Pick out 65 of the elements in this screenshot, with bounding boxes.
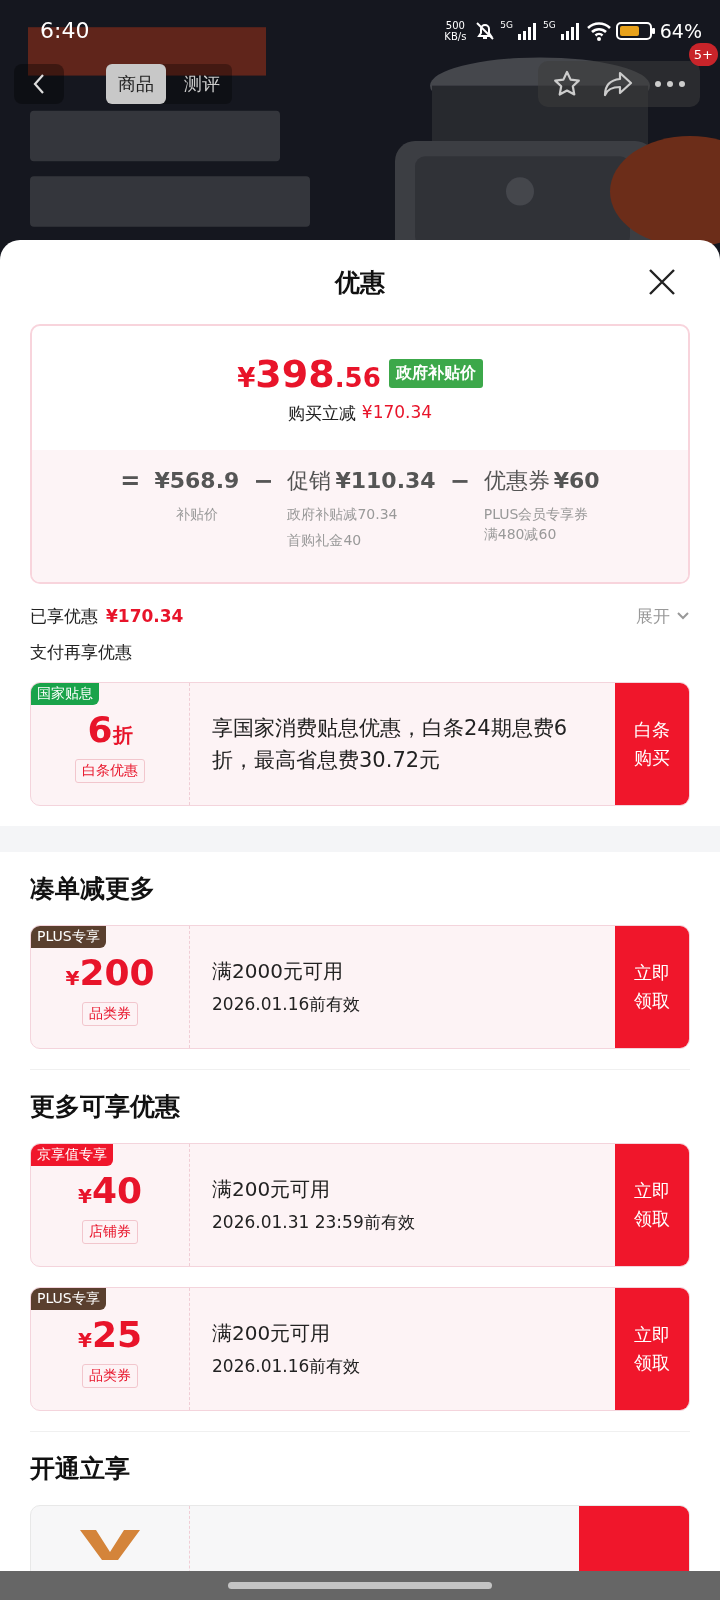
star-icon[interactable] <box>552 69 582 99</box>
section-title: 凑单减更多 <box>30 873 156 905</box>
breakdown-note: 首购礼金40 <box>287 531 362 550</box>
close-icon[interactable] <box>648 268 676 296</box>
back-icon <box>32 72 46 96</box>
section-subtitle: 支付再享优惠 <box>30 641 133 664</box>
offer-badge: 国家贴息 <box>31 683 99 705</box>
breakdown-value: ¥110.34 <box>335 467 436 495</box>
more-icon[interactable] <box>654 79 686 89</box>
battery-icon <box>615 20 656 41</box>
equals-sign: = <box>120 466 141 497</box>
enjoyed-amount: ¥170.34 <box>106 606 184 626</box>
breakdown-value: ¥60 <box>553 467 600 495</box>
buy-button[interactable]: 白条购买 <box>615 683 689 805</box>
claim-button[interactable]: 立即领取 <box>615 1144 689 1266</box>
coupon-amount: ¥200 <box>65 954 155 995</box>
enjoyed-label: 已享优惠 <box>30 604 98 628</box>
discount-label: 购买立减 <box>287 401 356 425</box>
share-icon[interactable] <box>602 69 634 99</box>
final-price: ¥398.56 <box>237 351 381 396</box>
coupon-badge: PLUS专享 <box>31 926 106 948</box>
offer-type: 白条优惠 <box>75 758 145 783</box>
coupon-type: 品类券 <box>82 1363 138 1388</box>
wifi-icon <box>585 20 612 41</box>
expand-button[interactable]: 展开 <box>636 604 690 628</box>
network-type: 5G <box>543 19 556 30</box>
minus-sign: − <box>449 466 470 497</box>
coupon-badge: 京享值专享 <box>31 1144 113 1166</box>
battery-percent: 64% <box>659 19 702 42</box>
coupon-condition: 满200元可用 <box>212 1320 332 1347</box>
offer-description: 享国家消费贴息优惠，白条24期息费6折，最高省息费30.72元 <box>212 715 569 774</box>
coupon-badge: PLUS专享 <box>31 1288 106 1310</box>
tab[interactable]: 商品 <box>106 64 166 104</box>
breakdown-note: 政府补贴减70.34 <box>287 505 398 524</box>
breakdown-value: ¥568.9 <box>154 467 240 495</box>
coupon-validity: 2026.01.16前有效 <box>212 1355 362 1378</box>
claim-button[interactable]: 立即领取 <box>615 1288 689 1410</box>
network-type: 5G <box>500 19 514 30</box>
coupon-condition: 满200元可用 <box>212 1176 332 1203</box>
network-speed: 500 KB/s <box>444 19 467 42</box>
coupon-amount: ¥40 <box>78 1172 142 1213</box>
discount-amount: ¥170.34 <box>361 401 433 424</box>
section-title: 开通立享 <box>30 1453 131 1485</box>
coupon-type: 品类券 <box>82 1001 138 1026</box>
signal-icon <box>559 21 582 40</box>
tab[interactable]: 测评 <box>172 64 232 104</box>
back-button[interactable] <box>14 64 64 104</box>
coupon-condition: 满2000元可用 <box>212 958 344 985</box>
breakdown-label: 优惠券 <box>483 467 550 495</box>
coupon-amount: ¥25 <box>78 1316 142 1357</box>
breakdown-note: PLUS会员专享券满480减60 <box>483 505 589 544</box>
chevron-down-icon <box>676 611 690 621</box>
section-title: 更多可享优惠 <box>30 1091 181 1123</box>
coupon-validity: 2026.01.16前有效 <box>212 993 362 1016</box>
minus-sign: − <box>253 466 274 497</box>
status-time: 6:40 <box>40 18 90 43</box>
price-tag: 政府补贴价 <box>388 359 483 388</box>
coupon-type: 店铺券 <box>82 1219 138 1244</box>
breakdown-label: 促销 <box>287 467 332 495</box>
discount-value: 6折 <box>87 711 133 752</box>
breakdown-note: 补贴价 <box>175 505 218 524</box>
claim-button[interactable]: 立即领取 <box>615 926 689 1048</box>
sheet-title: 优惠 <box>335 266 385 299</box>
membership-icon <box>80 1530 140 1560</box>
coupon-validity: 2026.01.31 23:59前有效 <box>212 1211 416 1234</box>
